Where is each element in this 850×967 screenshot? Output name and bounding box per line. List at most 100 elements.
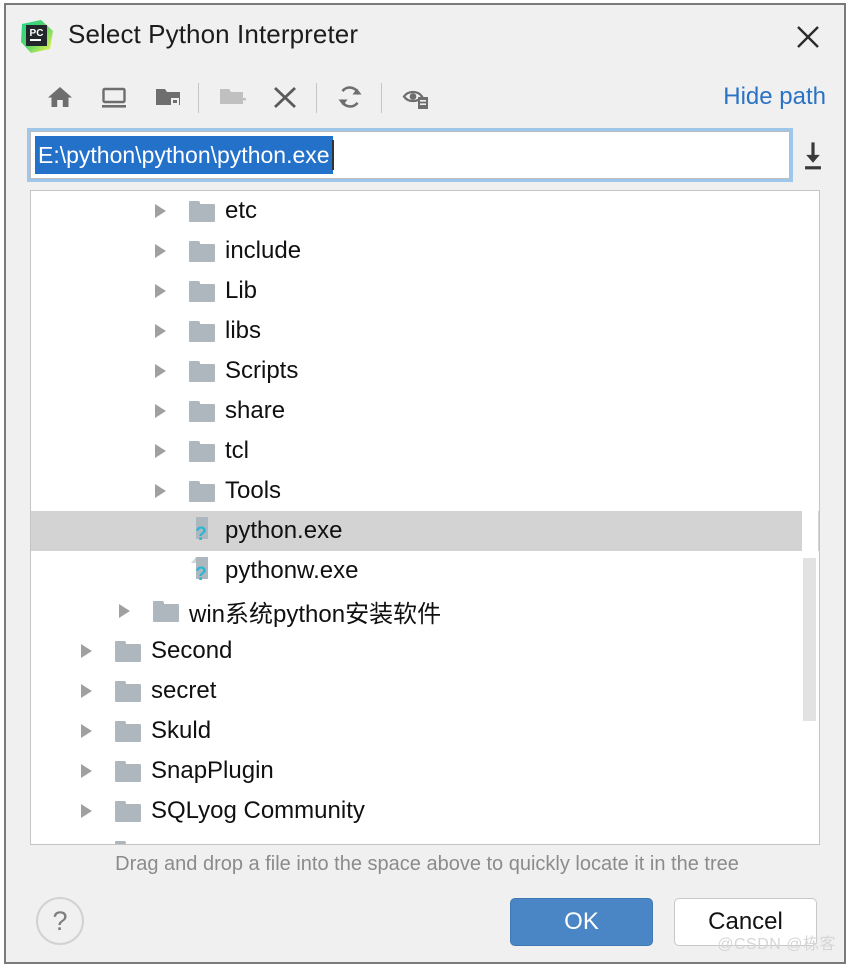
expand-arrow-icon[interactable] xyxy=(155,364,166,378)
expand-arrow-icon[interactable] xyxy=(155,204,166,218)
tree-row-label: SQLyog Community xyxy=(151,797,365,824)
tree-row-label: Tools xyxy=(225,477,282,504)
tree-row-label: pythonw.exe xyxy=(225,557,359,584)
tree-row[interactable]: Tools xyxy=(31,471,819,511)
folder-icon xyxy=(189,400,215,422)
ok-button[interactable]: OK xyxy=(510,898,653,946)
tree-row[interactable]: win系统python安装软件 xyxy=(31,591,819,631)
folder-icon xyxy=(189,280,215,302)
tree-row-label: libs xyxy=(225,317,262,344)
close-icon xyxy=(797,26,819,48)
expand-arrow-icon[interactable] xyxy=(81,804,92,818)
refresh-button[interactable] xyxy=(328,75,372,119)
tree-row[interactable]: tcl xyxy=(31,431,819,471)
path-input-value: E:\python\python\python.exe xyxy=(35,136,333,174)
close-button[interactable] xyxy=(786,15,830,59)
tree-row-label: secret xyxy=(151,677,217,704)
tree-row-label: Second xyxy=(151,637,233,664)
svg-text:PC: PC xyxy=(30,28,44,39)
show-hidden-button[interactable] xyxy=(394,75,438,119)
tree-row[interactable]: include xyxy=(31,231,819,271)
tree-row[interactable]: SnapPlugin xyxy=(31,751,819,791)
tree-row-label: Lib xyxy=(225,277,258,304)
dialog-window: PC Select Python Interpreter Hide path E… xyxy=(4,3,846,964)
toolbar-separator xyxy=(316,83,317,113)
path-row: E:\python\python\python.exe xyxy=(6,127,844,185)
title-bar: PC Select Python Interpreter xyxy=(6,5,844,67)
tree-scrollbar-thumb[interactable] xyxy=(803,558,816,721)
tree-row-label: share xyxy=(225,397,286,424)
expand-arrow-icon[interactable] xyxy=(155,444,166,458)
help-button[interactable]: ? xyxy=(36,897,84,945)
folder-icon xyxy=(189,360,215,382)
tree-row-label: Scripts xyxy=(225,357,299,384)
tree-row[interactable]: Skuld xyxy=(31,711,819,751)
tree-row[interactable]: Scripts xyxy=(31,351,819,391)
tree-row-label: include xyxy=(225,237,302,264)
delete-button[interactable] xyxy=(263,75,307,119)
expand-arrow-icon[interactable] xyxy=(119,604,130,618)
project-folder-button[interactable] xyxy=(146,75,190,119)
expand-arrow-icon[interactable] xyxy=(81,684,92,698)
folder-icon xyxy=(189,200,215,222)
unknown-file-icon: ? xyxy=(189,515,215,548)
desktop-icon xyxy=(102,87,126,108)
folder-icon xyxy=(153,600,179,622)
drag-drop-hint: Drag and drop a file into the space abov… xyxy=(115,853,739,875)
expand-arrow-icon[interactable] xyxy=(155,324,166,338)
expand-arrow-icon[interactable] xyxy=(81,844,92,845)
expand-arrow-icon[interactable] xyxy=(155,404,166,418)
tree-row-label: SnapPlugin xyxy=(151,757,274,784)
expand-arrow-icon[interactable] xyxy=(81,724,92,738)
folder-icon xyxy=(189,480,215,502)
hide-path-link[interactable]: Hide path xyxy=(723,83,826,111)
folder-icon xyxy=(189,320,215,342)
tree-row[interactable]: secret xyxy=(31,671,819,711)
desktop-button[interactable] xyxy=(92,75,136,119)
delete-x-icon xyxy=(274,86,296,109)
folder-icon xyxy=(115,760,141,782)
tree-row[interactable]: etc xyxy=(31,191,819,231)
path-input[interactable]: E:\python\python\python.exe xyxy=(30,131,790,179)
tree-row[interactable] xyxy=(31,831,819,845)
pycharm-logo-icon: PC xyxy=(21,20,53,53)
toolbar-separator xyxy=(381,83,382,113)
folder-icon xyxy=(115,840,141,844)
show-hidden-icon xyxy=(402,90,428,109)
expand-arrow-icon[interactable] xyxy=(155,244,166,258)
tree-row-label: tcl xyxy=(225,437,249,464)
tree-row-label: etc xyxy=(225,197,258,224)
tree-row[interactable]: SQLyog Community xyxy=(31,791,819,831)
unknown-file-icon: ? xyxy=(189,555,215,588)
folder-icon xyxy=(115,640,141,662)
tree-row[interactable]: share xyxy=(31,391,819,431)
toolbar: Hide path xyxy=(6,67,844,127)
home-icon xyxy=(48,87,72,107)
expand-arrow-icon[interactable] xyxy=(155,284,166,298)
watermark: @CSDN @栋客 xyxy=(717,936,836,953)
download-icon[interactable] xyxy=(796,139,830,173)
expand-arrow-icon[interactable] xyxy=(155,484,166,498)
tree-row[interactable]: ? pythonw.exe xyxy=(31,551,819,591)
page-title: Select Python Interpreter xyxy=(68,19,359,49)
svg-text:?: ? xyxy=(195,524,207,543)
tree-row[interactable]: Lib xyxy=(31,271,819,311)
tree-row[interactable]: ? python.exe xyxy=(31,511,819,551)
tree-row[interactable]: Second xyxy=(31,631,819,671)
tree-row[interactable]: libs xyxy=(31,311,819,351)
new-folder-icon xyxy=(220,89,246,104)
folder-icon xyxy=(115,800,141,822)
expand-arrow-icon[interactable] xyxy=(81,764,92,778)
expand-arrow-icon[interactable] xyxy=(81,644,92,658)
home-button[interactable] xyxy=(38,75,82,119)
tree-row-label: Skuld xyxy=(151,717,212,744)
tree-scrollbar-track[interactable] xyxy=(802,192,818,844)
file-tree[interactable]: etc include Lib libs Scripts share tcl Tools? py… xyxy=(30,190,820,845)
toolbar-separator xyxy=(198,83,199,113)
folder-icon xyxy=(115,720,141,742)
folder-icon xyxy=(115,680,141,702)
new-folder-button[interactable] xyxy=(210,75,254,119)
text-caret xyxy=(331,140,334,170)
project-folder-icon xyxy=(156,89,180,105)
folder-icon xyxy=(189,240,215,262)
